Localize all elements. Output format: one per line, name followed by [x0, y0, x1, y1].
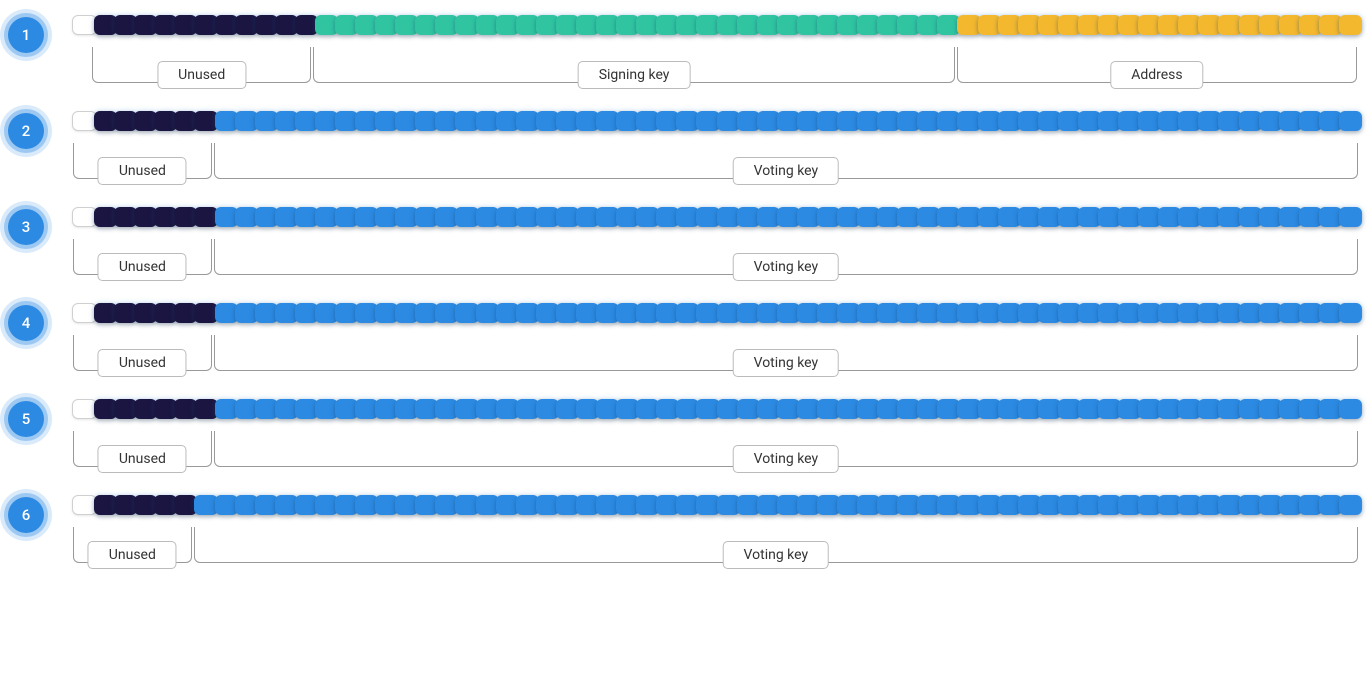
diagram-row: 3 UnusedVoting key: [8, 207, 1359, 275]
brackets: UnusedVoting key: [72, 527, 1359, 563]
brackets: UnusedVoting key: [72, 431, 1359, 467]
row-number-badge: 4: [8, 305, 44, 341]
bracket-label: Signing key: [578, 61, 691, 89]
bracket: Unused: [73, 431, 212, 467]
bit-blue: [1339, 303, 1362, 323]
diagram-row: 2 UnusedVoting key: [8, 111, 1359, 179]
bits-strip: [72, 111, 1359, 133]
row-number-badge: 2: [8, 113, 44, 149]
bracket-label: Unused: [98, 253, 187, 281]
bracket: Unused: [73, 527, 192, 563]
brackets: UnusedSigning keyAddress: [72, 47, 1359, 83]
bracket: Unused: [73, 239, 212, 275]
bracket-label: Unused: [98, 445, 187, 473]
bracket: Signing key: [313, 47, 955, 83]
bracket-label: Voting key: [733, 349, 840, 377]
bracket: Voting key: [194, 527, 1358, 563]
bracket-label: Voting key: [723, 541, 830, 569]
bit-blue: [1339, 399, 1362, 419]
bits-strip: [72, 15, 1359, 37]
bracket: Voting key: [214, 143, 1358, 179]
row-number-badge: 5: [8, 401, 44, 437]
bracket-label: Unused: [98, 157, 187, 185]
bit-gold: [1339, 15, 1362, 35]
bits-strip: [72, 303, 1359, 325]
bits-strip: [72, 495, 1359, 517]
bracket-label: Voting key: [733, 253, 840, 281]
row-number-badge: 6: [8, 497, 44, 533]
row-content: UnusedVoting key: [72, 399, 1359, 467]
diagram-row: 5 UnusedVoting key: [8, 399, 1359, 467]
bracket: Voting key: [214, 431, 1358, 467]
bit-blue: [1339, 111, 1362, 131]
bracket: Unused: [73, 335, 212, 371]
diagram-row: 1 UnusedSigning keyAddress: [8, 15, 1359, 83]
row-number-badge: 1: [8, 17, 44, 53]
bracket-label: Unused: [98, 349, 187, 377]
row-content: UnusedVoting key: [72, 207, 1359, 275]
bracket-label: Unused: [88, 541, 177, 569]
bits-strip: [72, 399, 1359, 421]
bracket-label: Address: [1110, 61, 1203, 89]
bracket: Voting key: [214, 335, 1358, 371]
bracket: Address: [957, 47, 1357, 83]
brackets: UnusedVoting key: [72, 335, 1359, 371]
bit-blue: [1339, 207, 1362, 227]
row-content: UnusedSigning keyAddress: [72, 15, 1359, 83]
row-number-badge: 3: [8, 209, 44, 245]
brackets: UnusedVoting key: [72, 239, 1359, 275]
bracket: Unused: [73, 143, 212, 179]
diagram-row: 4 UnusedVoting key: [8, 303, 1359, 371]
bracket-label: Unused: [157, 61, 246, 89]
brackets: UnusedVoting key: [72, 143, 1359, 179]
bracket-label: Voting key: [733, 445, 840, 473]
diagram-row: 6 UnusedVoting key: [8, 495, 1359, 563]
bracket: Voting key: [214, 239, 1358, 275]
row-content: UnusedVoting key: [72, 303, 1359, 371]
bit-blue: [1339, 495, 1362, 515]
bracket: Unused: [92, 47, 311, 83]
bracket-label: Voting key: [733, 157, 840, 185]
row-content: UnusedVoting key: [72, 495, 1359, 563]
bits-strip: [72, 207, 1359, 229]
row-content: UnusedVoting key: [72, 111, 1359, 179]
